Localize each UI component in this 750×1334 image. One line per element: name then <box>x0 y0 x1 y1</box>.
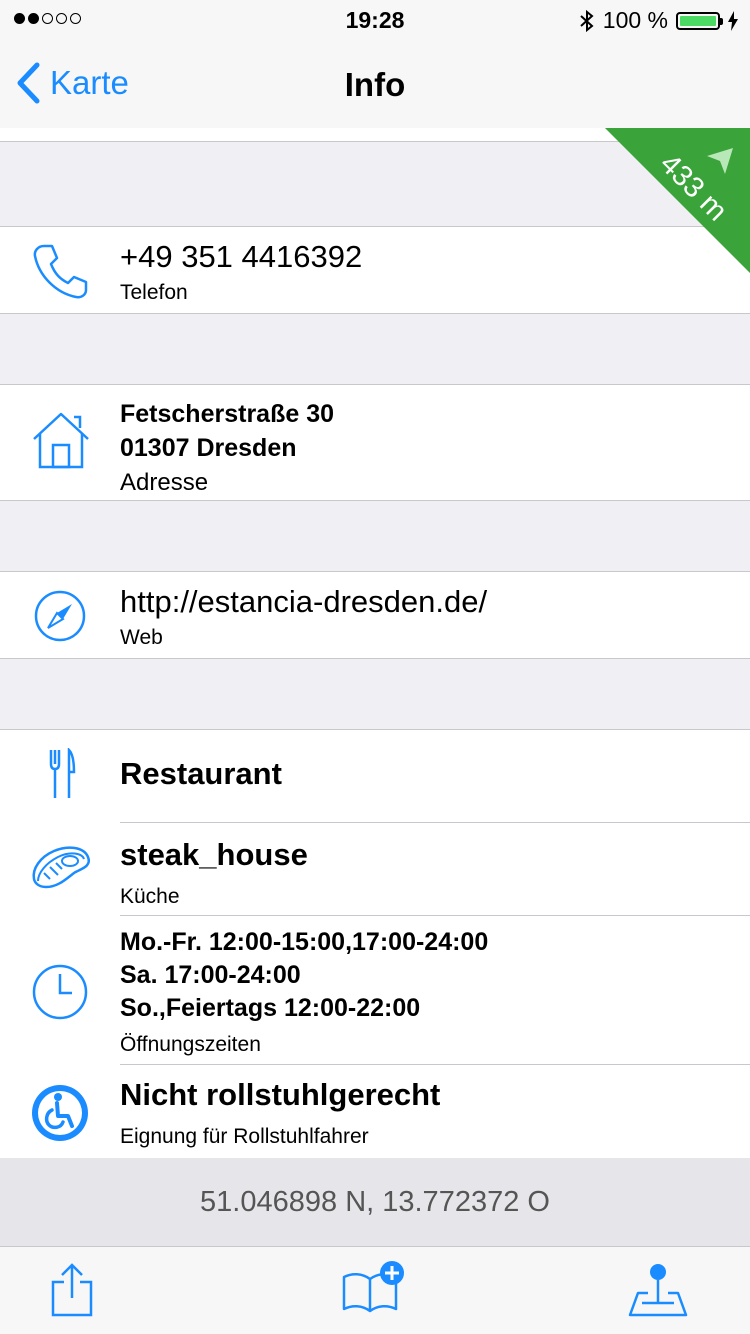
charging-icon <box>728 10 738 31</box>
bookmark-add-icon[interactable] <box>340 1257 406 1317</box>
bottom-toolbar <box>0 1247 750 1334</box>
bluetooth-icon <box>580 9 594 32</box>
coordinates-text: 51.046898 N, 13.772372 O <box>0 1158 750 1247</box>
opening-hours-row: Mo.-Fr. 12:00-15:00,17:00-24:00 Sa. 17:0… <box>0 916 750 1064</box>
address-label: Adresse <box>120 469 209 496</box>
hours-saturday: Sa. 17:00-24:00 <box>120 961 301 989</box>
phone-icon <box>33 244 88 299</box>
distance-badge[interactable]: 433 m <box>605 128 750 273</box>
hours-label: Öffnungszeiten <box>120 1033 261 1056</box>
category-value: Restaurant <box>120 756 282 791</box>
address-street: Fetscherstraße 30 <box>120 400 335 428</box>
cuisine-label: Küche <box>120 885 180 908</box>
fork-knife-icon <box>49 748 76 798</box>
page-title: Info <box>344 66 406 103</box>
wheelchair-value: Nicht rollstuhlgerecht <box>120 1077 441 1112</box>
wheelchair-row: Nicht rollstuhlgerecht Eignung für Rolls… <box>0 1065 750 1159</box>
steak-icon <box>32 846 91 889</box>
status-bar: 19:28 100 % <box>0 0 750 40</box>
navigation-bar: Karte Info <box>0 40 750 129</box>
wheelchair-icon <box>32 1085 88 1141</box>
map-pin-icon[interactable] <box>628 1257 688 1317</box>
address-row[interactable]: Fetscherstraße 30 01307 Dresden Adresse <box>0 384 750 501</box>
category-row: Restaurant <box>0 730 750 822</box>
website-row[interactable]: http://estancia-dresden.de/ Web <box>0 571 750 659</box>
clock-icon <box>32 964 88 1020</box>
battery-icon <box>676 11 723 30</box>
house-icon <box>33 412 89 469</box>
website-url[interactable]: http://estancia-dresden.de/ <box>120 584 730 620</box>
share-icon[interactable] <box>50 1262 94 1318</box>
website-label: Web <box>120 626 163 649</box>
wheelchair-label: Eignung für Rollstuhlfahrer <box>120 1125 369 1148</box>
cuisine-row: steak_house Küche <box>0 823 750 915</box>
details-card: Restaurant steak_house Küche Mo.-Fr. 12:… <box>0 729 750 1159</box>
distance-badge-shape: 433 m <box>605 128 750 273</box>
battery-percentage: 100 % <box>602 7 668 33</box>
hours-sunday: So.,Feiertags 12:00-22:00 <box>120 994 421 1022</box>
address-city: 01307 Dresden <box>120 434 297 462</box>
hours-weekday: Mo.-Fr. 12:00-15:00,17:00-24:00 <box>120 928 489 956</box>
compass-icon <box>34 590 86 642</box>
cuisine-value: steak_house <box>120 837 308 872</box>
phone-label: Telefon <box>120 281 188 304</box>
